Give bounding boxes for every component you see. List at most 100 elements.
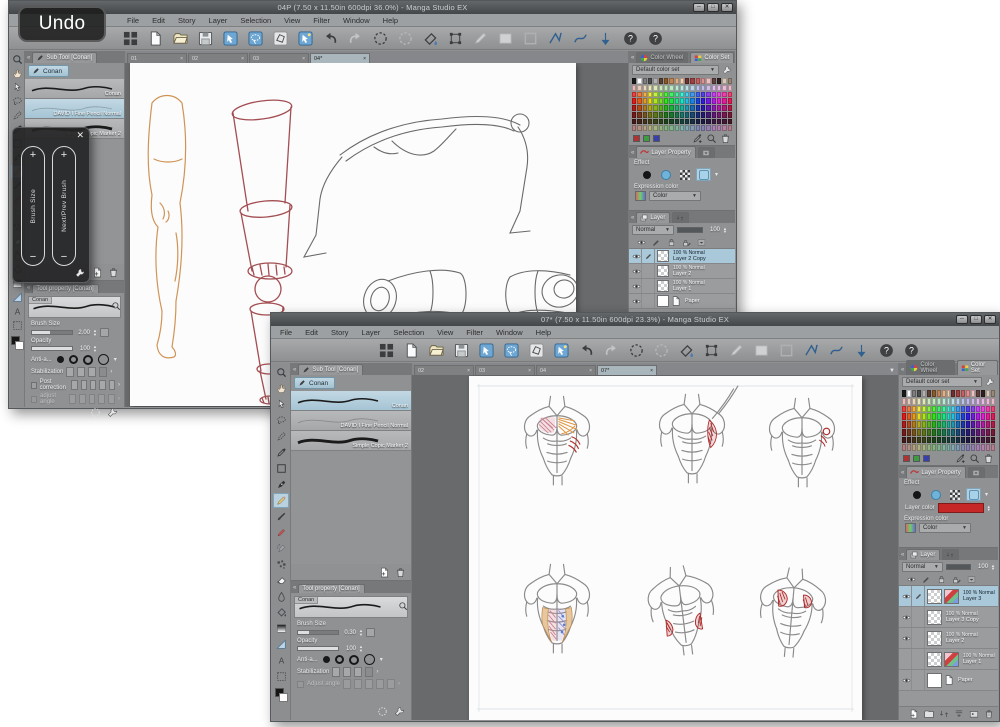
color-swatch[interactable] — [696, 105, 700, 111]
stabilization-step[interactable] — [99, 367, 107, 377]
color-swatch[interactable] — [947, 406, 951, 413]
color-swatch[interactable] — [675, 92, 679, 98]
color-swatch[interactable] — [675, 98, 679, 104]
swatch-red[interactable] — [903, 455, 910, 462]
prop-dynamics-button[interactable] — [100, 328, 109, 337]
color-swatch[interactable] — [653, 105, 657, 111]
lock-pencil-icon[interactable] — [682, 238, 691, 247]
shortcut-slider-next-prev-brush[interactable]: +Next/Prev Brush− — [52, 146, 76, 266]
color-swatch[interactable] — [991, 421, 995, 428]
color-swatch[interactable] — [722, 119, 726, 125]
color-swatch[interactable] — [951, 413, 955, 420]
color-swatch[interactable] — [922, 406, 926, 413]
tool-select-pen[interactable] — [273, 429, 289, 444]
subtool-item[interactable]: Simple Copic Marker 2 — [291, 431, 411, 451]
subtool-tab[interactable]: Sub Tool [Conan] — [298, 364, 363, 375]
color-swatch[interactable] — [907, 421, 911, 428]
page-tab-close[interactable]: × — [528, 368, 531, 374]
color-swatch[interactable] — [712, 125, 716, 131]
color-swatch[interactable] — [956, 429, 960, 436]
color-swatch[interactable] — [685, 85, 689, 91]
tool-pen[interactable] — [273, 477, 289, 492]
menu-edit[interactable]: Edit — [305, 328, 318, 337]
toolbar-redo[interactable] — [602, 341, 620, 359]
tool-eyedropper[interactable] — [273, 445, 289, 460]
page-tab[interactable]: 04*× — [310, 53, 370, 63]
color-swatch[interactable] — [942, 444, 946, 451]
color-swatch[interactable] — [706, 112, 710, 118]
layer-opacity-stepper[interactable]: ▲▼ — [991, 564, 995, 571]
trash-icon[interactable] — [983, 453, 994, 464]
visibility-eye-icon[interactable] — [632, 297, 641, 306]
tab-color-set[interactable]: Color Set — [690, 52, 734, 63]
color-swatch[interactable] — [951, 406, 955, 413]
tool-lasso[interactable] — [273, 413, 289, 428]
color-swatch[interactable] — [659, 125, 663, 131]
page-tab[interactable]: 02× — [188, 53, 248, 63]
page-tab[interactable]: 02× — [414, 365, 474, 375]
color-swatch[interactable] — [956, 444, 960, 451]
color-swatch[interactable] — [912, 429, 916, 436]
menu-view[interactable]: View — [284, 16, 300, 25]
color-swatch[interactable] — [685, 112, 689, 118]
color-swatch[interactable] — [680, 98, 684, 104]
color-swatch[interactable] — [701, 112, 705, 118]
prop-more[interactable]: › — [398, 681, 400, 687]
color-swatch[interactable] — [966, 390, 970, 397]
prop-step[interactable] — [99, 380, 105, 390]
color-swatch[interactable] — [937, 444, 941, 451]
color-swatch[interactable] — [701, 119, 705, 125]
edit-pencil-icon[interactable] — [652, 238, 661, 247]
toolbar-help[interactable]: ? — [877, 341, 895, 359]
color-swatch[interactable] — [912, 406, 916, 413]
color-swatch[interactable] — [971, 444, 975, 451]
color-swatch[interactable] — [706, 105, 710, 111]
prop-checkbox[interactable] — [297, 681, 304, 688]
color-swatch[interactable] — [680, 125, 684, 131]
visibility-eye-icon[interactable] — [902, 592, 911, 601]
toolbar-open-folder[interactable] — [171, 29, 189, 47]
color-swatch[interactable] — [690, 85, 694, 91]
tool-hand[interactable] — [273, 381, 289, 396]
main-color-swatches[interactable] — [11, 336, 24, 350]
layer-row[interactable]: Paper — [629, 294, 735, 309]
color-swatch[interactable] — [706, 85, 710, 91]
layer-property-tab[interactable]: Layer Property — [906, 466, 965, 478]
transfer-icon[interactable] — [939, 709, 949, 719]
color-swatch[interactable] — [680, 119, 684, 125]
minus-button[interactable]: − — [30, 252, 36, 262]
color-swatch[interactable] — [717, 78, 721, 84]
tool-settings-icon[interactable] — [394, 706, 405, 717]
preview-magnifier-icon[interactable] — [398, 601, 408, 611]
color-swatch[interactable] — [637, 119, 641, 125]
tool-select-pen[interactable] — [11, 109, 24, 122]
prop-step[interactable] — [90, 380, 96, 390]
color-swatch[interactable] — [956, 421, 960, 428]
toolbar-open-folder[interactable] — [427, 341, 445, 359]
color-swatch[interactable] — [961, 406, 965, 413]
color-swatch[interactable] — [696, 85, 700, 91]
color-swatch[interactable] — [981, 390, 985, 397]
minimize-button[interactable]: ─ — [693, 3, 705, 12]
color-swatch[interactable] — [632, 92, 636, 98]
preview-magnifier-icon[interactable] — [111, 301, 121, 311]
color-swatch[interactable] — [648, 105, 652, 111]
color-swatch[interactable] — [907, 444, 911, 451]
color-swatch[interactable] — [907, 390, 911, 397]
color-swatch[interactable] — [701, 125, 705, 131]
color-swatch[interactable] — [701, 105, 705, 111]
effect-layer-color[interactable] — [696, 168, 711, 181]
visibility-eye-icon[interactable] — [632, 282, 641, 291]
eyedropper-plus-icon[interactable] — [692, 133, 703, 144]
layer-opacity-slider[interactable] — [946, 564, 971, 570]
color-swatch[interactable] — [701, 85, 705, 91]
prop-step[interactable] — [365, 679, 373, 689]
layer-row[interactable]: 100 % NormalLayer 1 — [629, 279, 735, 294]
color-swatch[interactable] — [712, 98, 716, 104]
collapse-icon[interactable]: « — [631, 148, 634, 158]
color-swatch[interactable] — [927, 421, 931, 428]
swatch-green[interactable] — [913, 455, 920, 462]
color-swatch[interactable] — [632, 119, 636, 125]
color-swatch[interactable] — [951, 444, 955, 451]
color-swatch[interactable] — [917, 444, 921, 451]
